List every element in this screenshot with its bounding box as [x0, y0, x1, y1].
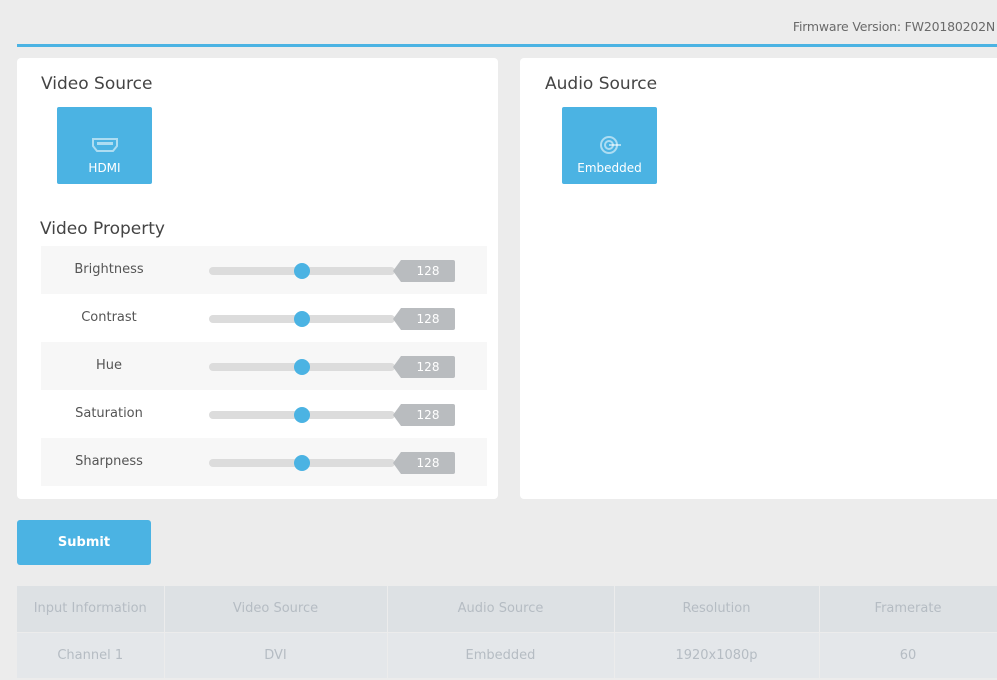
video-source-title: Video Source: [41, 74, 153, 94]
table-cell: DVI: [164, 631, 388, 678]
property-label: Brightness: [74, 262, 144, 277]
property-label: Saturation: [75, 406, 143, 421]
top-bar: Firmware Version: FW20180202N: [0, 0, 997, 46]
saturation-value: 128: [393, 404, 455, 426]
contrast-slider-knob[interactable]: [294, 311, 311, 327]
contrast-value: 128: [393, 308, 455, 330]
table-cell: 60: [819, 631, 997, 678]
column-header: Framerate: [819, 586, 997, 632]
property-label: Contrast: [81, 310, 137, 325]
table-cell: Channel 1: [17, 631, 165, 678]
property-row-brightness: Brightness 128: [41, 246, 487, 294]
embedded-audio-label: Embedded: [577, 161, 642, 175]
column-header: Input Information: [17, 586, 165, 632]
audio-source-title: Audio Source: [545, 74, 658, 94]
property-label: Sharpness: [75, 454, 143, 469]
hdmi-source-label: HDMI: [88, 161, 121, 175]
property-label: Hue: [95, 358, 122, 373]
table-row: Channel 1 DVI Embedded 1920x1080p 60: [17, 631, 997, 678]
header-divider: [17, 44, 997, 47]
video-property-title: Video Property: [40, 219, 165, 239]
property-row-hue: Hue 128: [41, 342, 487, 390]
column-header: Resolution: [614, 586, 820, 632]
hue-slider-knob[interactable]: [294, 359, 311, 375]
property-row-contrast: Contrast 128: [41, 294, 487, 342]
table-header-row: Input Information Video Source Audio Sou…: [17, 586, 997, 632]
hue-value: 128: [393, 356, 455, 378]
table-cell: 1920x1080p: [614, 631, 820, 678]
hdmi-source-button[interactable]: HDMI: [57, 107, 152, 184]
property-row-saturation: Saturation 128: [41, 390, 487, 438]
sharpness-value: 128: [393, 452, 455, 474]
brightness-slider-knob[interactable]: [294, 263, 311, 279]
saturation-slider-knob[interactable]: [294, 407, 311, 423]
firmware-version: Firmware Version: FW20180202N: [792, 19, 995, 34]
column-header: Audio Source: [387, 586, 615, 632]
sharpness-slider-knob[interactable]: [294, 455, 311, 471]
brightness-value: 128: [393, 260, 455, 282]
column-header: Video Source: [164, 586, 388, 632]
embedded-audio-button[interactable]: Embedded: [562, 107, 657, 184]
audio-source-icon: [562, 134, 657, 156]
hdmi-icon: [57, 134, 152, 156]
input-information-table: Input Information Video Source Audio Sou…: [17, 586, 997, 678]
submit-button[interactable]: Submit: [17, 520, 151, 565]
property-row-sharpness: Sharpness 128: [41, 438, 487, 486]
table-cell: Embedded: [387, 631, 615, 678]
